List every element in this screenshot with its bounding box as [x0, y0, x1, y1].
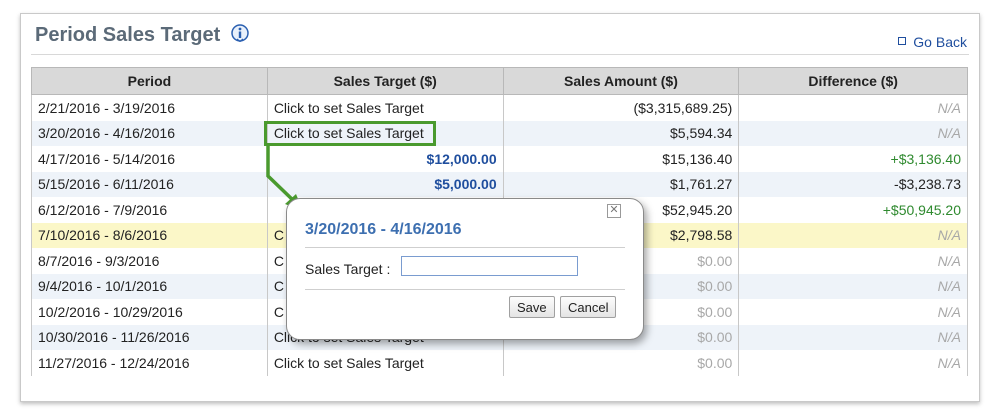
- period-cell: 11/27/2016 - 12/24/2016: [31, 350, 268, 376]
- period-cell: 5/15/2016 - 6/11/2016: [31, 171, 268, 197]
- period-cell: 10/2/2016 - 10/29/2016: [31, 299, 268, 325]
- square-bullet-icon: [898, 37, 907, 45]
- header-sales-amount[interactable]: Sales Amount ($): [502, 67, 740, 95]
- difference-cell: N/A: [738, 120, 968, 146]
- period-cell: 3/20/2016 - 4/16/2016: [31, 120, 268, 146]
- difference-cell: N/A: [738, 248, 968, 274]
- popup-divider: [305, 247, 625, 248]
- target-value[interactable]: $12,000.00: [266, 146, 504, 172]
- difference-cell: +$3,136.40: [738, 146, 968, 172]
- period-cell: 2/21/2016 - 3/19/2016: [31, 94, 268, 121]
- difference-cell: N/A: [738, 350, 968, 376]
- period-cell: 6/12/2016 - 7/9/2016: [31, 197, 268, 223]
- header-period[interactable]: Period: [31, 67, 268, 95]
- set-target-link[interactable]: Click to set Sales Target: [266, 350, 504, 376]
- amount-cell: $0.00: [502, 350, 740, 376]
- popup-title: 3/20/2016 - 4/16/2016: [305, 221, 462, 238]
- period-cell: 8/7/2016 - 9/3/2016: [31, 248, 268, 274]
- table-row: 11/27/2016 - 12/24/2016 Click to set Sal…: [31, 350, 968, 376]
- header-sales-target[interactable]: Sales Target ($): [266, 67, 504, 95]
- popup-divider: [305, 289, 625, 290]
- period-cell: 9/4/2016 - 10/1/2016: [31, 273, 268, 299]
- table-row: 4/17/2016 - 5/14/2016 $12,000.00 $15,136…: [31, 146, 968, 172]
- difference-cell: +$50,945.20: [738, 197, 968, 223]
- period-cell: 4/17/2016 - 5/14/2016: [31, 146, 268, 172]
- go-back-label: Go Back: [913, 34, 967, 50]
- close-icon[interactable]: ✕: [607, 204, 621, 218]
- difference-cell: N/A: [738, 273, 968, 299]
- info-icon[interactable]: [231, 24, 249, 42]
- period-cell: 10/30/2016 - 11/26/2016: [31, 324, 268, 350]
- amount-cell: $1,761.27: [502, 171, 740, 197]
- sales-target-popup: ✕ 3/20/2016 - 4/16/2016 Sales Target : S…: [286, 198, 644, 340]
- set-target-link[interactable]: Click to set Sales Target: [266, 94, 504, 121]
- page-title: Period Sales Target: [35, 24, 221, 46]
- amount-cell: $15,136.40: [502, 146, 740, 172]
- amount-cell: $5,594.34: [502, 120, 740, 146]
- save-button[interactable]: Save: [509, 296, 555, 318]
- cancel-button[interactable]: Cancel: [560, 296, 617, 318]
- difference-cell: N/A: [738, 222, 968, 248]
- amount-cell: ($3,315,689.25): [502, 94, 740, 121]
- table-row: 3/20/2016 - 4/16/2016 Click to set Sales…: [31, 120, 968, 146]
- callout-highlight-box: [264, 121, 436, 146]
- period-cell: 7/10/2016 - 8/6/2016: [31, 222, 268, 248]
- go-back-link[interactable]: Go Back: [898, 34, 967, 50]
- panel-header: Period Sales Target Go Back: [31, 22, 969, 55]
- target-value[interactable]: $5,000.00: [266, 171, 504, 197]
- difference-cell: N/A: [738, 324, 968, 350]
- header-difference[interactable]: Difference ($): [738, 67, 968, 95]
- table-row: 2/21/2016 - 3/19/2016 Click to set Sales…: [31, 94, 968, 121]
- table-row: 5/15/2016 - 6/11/2016 $5,000.00 $1,761.2…: [31, 171, 968, 197]
- difference-cell: N/A: [738, 299, 968, 325]
- difference-cell: -$3,238.73: [738, 171, 968, 197]
- sales-target-input[interactable]: [401, 256, 578, 276]
- table-header-row: Period Sales Target ($) Sales Amount ($)…: [31, 67, 968, 95]
- sales-target-label: Sales Target :: [305, 261, 391, 277]
- difference-cell: N/A: [738, 94, 968, 121]
